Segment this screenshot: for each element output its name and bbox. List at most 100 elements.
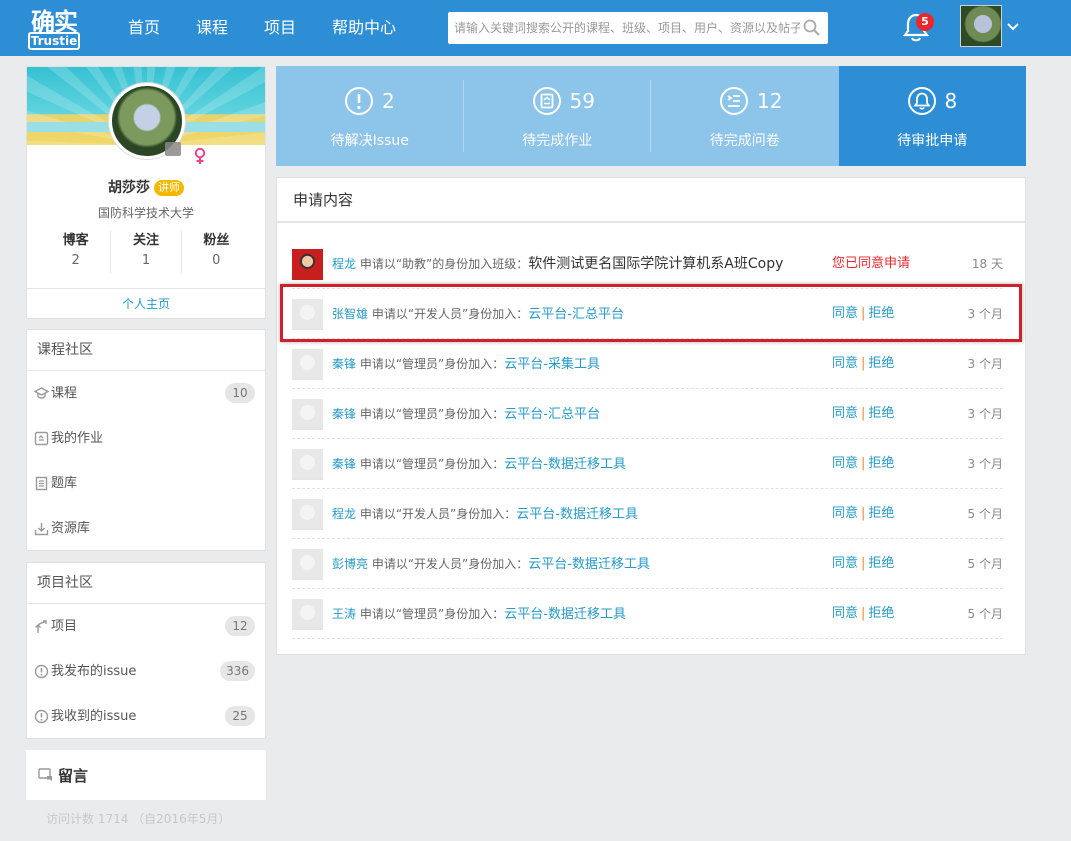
nav-home[interactable]: 首页 [128, 0, 160, 56]
nav-courses[interactable]: 课程 [196, 0, 228, 56]
agree-button[interactable]: 同意 [832, 506, 858, 521]
agree-button[interactable]: 同意 [832, 356, 858, 371]
applicant-avatar[interactable] [292, 299, 323, 330]
bell-icon [907, 87, 936, 115]
application-target[interactable]: 云平台-汇总平台 [528, 307, 624, 322]
application-target[interactable]: 云平台-汇总平台 [504, 407, 600, 422]
chevron-down-icon[interactable] [1006, 20, 1020, 34]
applicant-avatar[interactable] [292, 249, 323, 280]
application-time: 3 个月 [967, 407, 1003, 421]
sidebar-item-courses[interactable]: 课程 10 [27, 371, 265, 416]
homepage-link[interactable]: 个人主页 [27, 288, 265, 319]
sidebar-item-question-bank[interactable]: 题库 [27, 461, 265, 506]
application-target[interactable]: 云平台-采集工具 [504, 357, 600, 372]
applications-panel: 申请内容 程龙 申请以“助教”的身份加入班级：软件测试更名国际学院计算机系A班C… [276, 177, 1026, 655]
tab-pending-homework[interactable]: 59 待完成作业 [463, 66, 651, 166]
message-icon [38, 768, 52, 781]
homework-icon [34, 431, 49, 446]
sidebar-item-resource-library[interactable]: 资源库 [27, 506, 265, 551]
list-item: 王涛 申请以“管理员”身份加入：云平台-数据迁移工具 同意 | 拒绝 5 个月 [292, 589, 1003, 639]
application-description: 申请以“管理员”身份加入： [359, 407, 505, 421]
sidebar-item-projects[interactable]: 项目 12 [27, 604, 265, 649]
stat-following[interactable]: 关注 1 [111, 231, 182, 273]
agree-button[interactable]: 同意 [832, 556, 858, 571]
applicant-name[interactable]: 程龙 [332, 257, 356, 271]
applicant-name[interactable]: 秦锋 [332, 407, 356, 421]
application-target[interactable]: 云平台-数据迁移工具 [516, 507, 638, 522]
applicant-name[interactable]: 程龙 [332, 507, 356, 521]
list-icon [720, 87, 748, 115]
application-description: 申请以“开发人员”身份加入： [359, 507, 517, 521]
sidebar-item-label: 课程 [51, 386, 78, 401]
application-text: 秦锋 申请以“管理员”身份加入：云平台-数据迁移工具 [332, 439, 626, 490]
applicant-avatar[interactable] [292, 449, 323, 480]
applicant-avatar[interactable] [292, 599, 323, 630]
search-icon[interactable] [802, 18, 822, 38]
profile-stats: 博客 2 关注 1 粉丝 0 [41, 231, 251, 273]
female-gender-icon [194, 147, 206, 164]
approved-status: 您已同意申请 [832, 256, 911, 271]
stat-blog[interactable]: 博客 2 [41, 231, 112, 273]
application-description: 申请以“管理员”身份加入： [359, 607, 505, 621]
role-tag: 讲师 [154, 180, 184, 196]
application-text: 秦锋 申请以“管理员”身份加入：云平台-采集工具 [332, 339, 600, 390]
reject-button[interactable]: 拒绝 [868, 356, 894, 371]
task-stats-bar: 2 待解决Issue 59 待完成作业 12 待完成问卷 8 待审批申请 [276, 66, 1026, 166]
search-input[interactable] [448, 12, 800, 44]
agree-button[interactable]: 同意 [832, 406, 858, 421]
reject-button[interactable]: 拒绝 [868, 456, 894, 471]
applicant-name[interactable]: 彭博亮 [332, 557, 368, 571]
application-actions: 同意 | 拒绝 [832, 406, 895, 421]
application-actions: 同意 | 拒绝 [832, 306, 895, 321]
application-time: 3 个月 [967, 357, 1003, 371]
sidebar-item-my-issues[interactable]: 我发布的issue 336 [27, 649, 265, 694]
applicant-avatar[interactable] [292, 549, 323, 580]
nav-projects[interactable]: 项目 [264, 0, 296, 56]
sidebar-item-received-issues[interactable]: 我收到的issue 25 [27, 694, 265, 739]
list-item: 程龙 申请以“助教”的身份加入班级：软件测试更名国际学院计算机系A班Copy 您… [292, 239, 1003, 289]
application-target[interactable]: 云平台-数据迁移工具 [528, 557, 650, 572]
agree-button[interactable]: 同意 [832, 306, 858, 321]
tab-pending-applications[interactable]: 8 待审批申请 [838, 66, 1026, 166]
stat-value: 0 [212, 253, 221, 268]
stat-label: 待审批申请 [897, 133, 968, 149]
stat-label: 待解决Issue [330, 133, 409, 149]
tab-pending-issues[interactable]: 2 待解决Issue [276, 66, 464, 166]
camera-icon[interactable] [165, 142, 181, 156]
agree-button[interactable]: 同意 [832, 606, 858, 621]
reject-button[interactable]: 拒绝 [868, 406, 894, 421]
application-target[interactable]: 云平台-数据迁移工具 [504, 607, 626, 622]
applicant-avatar[interactable] [292, 349, 323, 380]
stat-label: 博客 [62, 233, 89, 248]
trustie-logo[interactable]: 确实 Trustie [28, 4, 80, 50]
list-item: 程龙 申请以“开发人员”身份加入：云平台-数据迁移工具 同意 | 拒绝 5 个月 [292, 489, 1003, 539]
list-item: 秦锋 申请以“管理员”身份加入：云平台-汇总平台 同意 | 拒绝 3 个月 [292, 389, 1003, 439]
stat-followers[interactable]: 粉丝 0 [182, 231, 251, 273]
reject-button[interactable]: 拒绝 [868, 556, 894, 571]
application-target[interactable]: 云平台-数据迁移工具 [504, 457, 626, 472]
reject-button[interactable]: 拒绝 [868, 306, 894, 321]
application-target[interactable]: 软件测试更名国际学院计算机系A班Copy [528, 256, 783, 272]
agree-button[interactable]: 同意 [832, 456, 858, 471]
user-avatar[interactable] [960, 5, 1002, 47]
list-item: 彭博亮 申请以“开发人员”身份加入：云平台-数据迁移工具 同意 | 拒绝 5 个月 [292, 539, 1003, 589]
sidebar-item-label: 我收到的issue [51, 709, 137, 724]
application-text: 程龙 申请以“开发人员”身份加入：云平台-数据迁移工具 [332, 489, 638, 540]
application-actions: 同意 | 拒绝 [832, 356, 895, 371]
applicant-name[interactable]: 王涛 [332, 607, 356, 621]
reject-button[interactable]: 拒绝 [868, 606, 894, 621]
nav-help-center[interactable]: 帮助中心 [332, 0, 396, 56]
applicant-avatar[interactable] [292, 499, 323, 530]
applicant-name[interactable]: 张智雄 [332, 307, 368, 321]
profile-name-text: 胡莎莎 [108, 180, 150, 196]
stat-count: 59 [569, 89, 595, 113]
count-badge: 12 [225, 616, 255, 636]
message-board[interactable]: 留言 [26, 750, 266, 800]
sidebar-item-label: 我发布的issue [51, 664, 137, 679]
reject-button[interactable]: 拒绝 [868, 506, 894, 521]
tab-pending-questionnaires[interactable]: 12 待完成问卷 [651, 66, 839, 166]
sidebar-item-my-homework[interactable]: 我的作业 [27, 416, 265, 461]
applicant-name[interactable]: 秦锋 [332, 457, 356, 471]
applicant-name[interactable]: 秦锋 [332, 357, 356, 371]
applicant-avatar[interactable] [292, 399, 323, 430]
